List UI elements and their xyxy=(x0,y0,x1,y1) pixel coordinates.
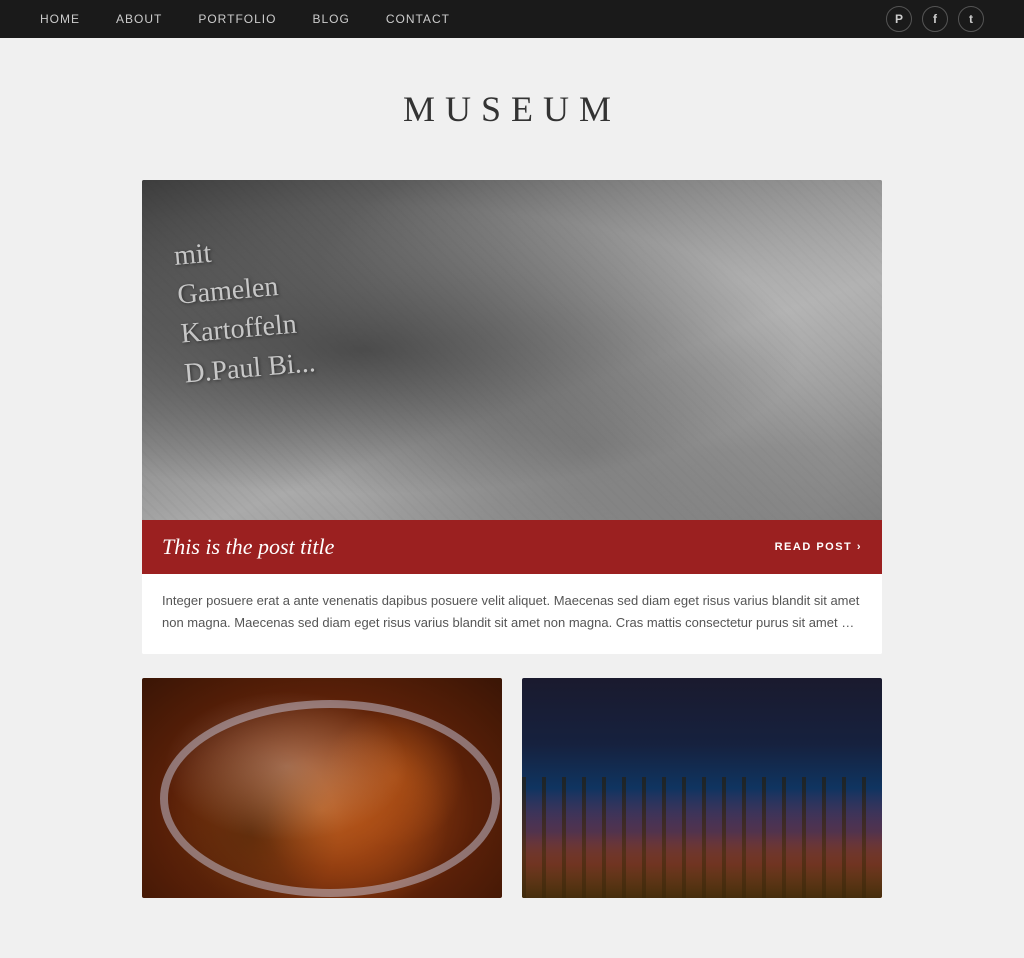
twitter-icon[interactable]: t xyxy=(958,6,984,32)
rome-image-background xyxy=(522,678,882,898)
featured-image-background: mitGamelenKartoffelnD.Paul Bi... xyxy=(142,180,882,520)
featured-post-card: mitGamelenKartoffelnD.Paul Bi... This is… xyxy=(142,180,882,654)
main-content: mitGamelenKartoffelnD.Paul Bi... This is… xyxy=(142,160,882,958)
nav-about[interactable]: ABOUT xyxy=(116,12,162,26)
cafe-text-overlay: mitGamelenKartoffelnD.Paul Bi... xyxy=(172,226,317,394)
nav-contact[interactable]: CONTACT xyxy=(386,12,450,26)
read-post-link[interactable]: READ POST › xyxy=(775,541,862,553)
food-post-image xyxy=(142,678,502,898)
nav-home[interactable]: HOME xyxy=(40,12,80,26)
featured-post-excerpt: Integer posuere erat a ante venenatis da… xyxy=(142,574,882,654)
pinterest-icon[interactable]: P xyxy=(886,6,912,32)
rome-post-image xyxy=(522,678,882,898)
social-links: P f t xyxy=(886,6,984,32)
main-navigation: HOME ABOUT PORTFOLIO BLOG CONTACT P f t xyxy=(0,0,1024,38)
nav-links: HOME ABOUT PORTFOLIO BLOG CONTACT xyxy=(40,12,450,26)
nav-portfolio[interactable]: PORTFOLIO xyxy=(198,12,276,26)
featured-post-title: This is the post title xyxy=(162,534,334,560)
food-post-card xyxy=(142,678,502,898)
site-header: MUSEUM xyxy=(0,38,1024,160)
food-image-background xyxy=(142,678,502,898)
facebook-icon[interactable]: f xyxy=(922,6,948,32)
grid-posts xyxy=(142,678,882,898)
post-title-bar: This is the post title READ POST › xyxy=(142,520,882,574)
featured-post-image: mitGamelenKartoffelnD.Paul Bi... xyxy=(142,180,882,520)
site-title: MUSEUM xyxy=(0,88,1024,130)
rome-post-card xyxy=(522,678,882,898)
nav-blog[interactable]: BLOG xyxy=(312,12,349,26)
